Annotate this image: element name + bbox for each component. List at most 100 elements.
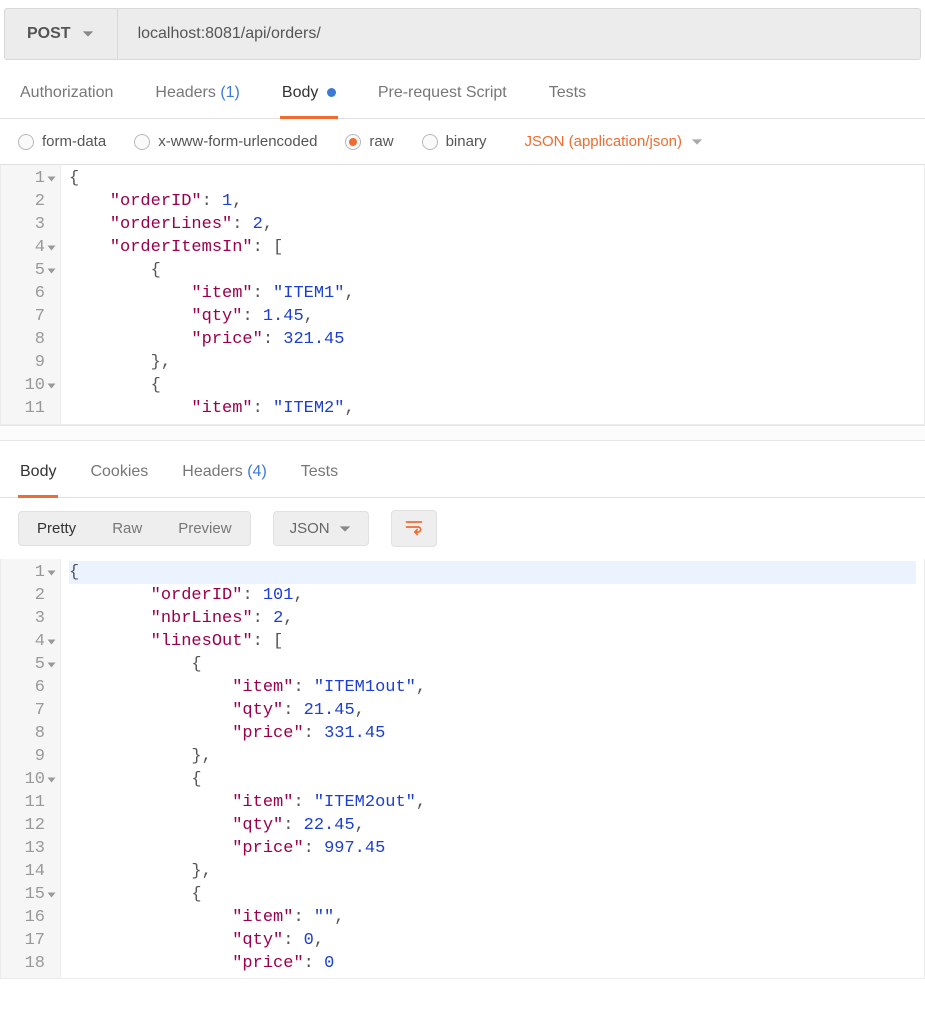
code-line: "item": "ITEM2", [69,399,355,418]
fold-icon[interactable] [48,245,56,250]
code-line: "price": 331.45 [69,724,385,743]
editor-code[interactable]: { "orderID": 1, "orderLines": 2, "orderI… [61,165,924,424]
panel-divider[interactable] [0,425,925,441]
line-number: 6 [11,676,54,699]
chevron-down-icon [690,135,704,149]
code-line: "orderItemsIn": [ [69,238,283,257]
line-number: 8 [11,722,54,745]
code-line: "item": "ITEM2out", [69,793,426,812]
radio-urlencoded[interactable]: x-www-form-urlencoded [134,133,317,150]
tab-label: Authorization [20,84,113,101]
request-body-editor[interactable]: 1234567891011 { "orderID": 1, "orderLine… [0,165,925,425]
line-number: 11 [11,397,54,420]
fold-icon[interactable] [48,268,56,273]
code-line: }, [69,862,212,881]
code-line: { [69,770,202,789]
line-number: 2 [11,190,54,213]
line-number: 1 [11,167,54,190]
fold-icon[interactable] [48,570,56,575]
radio-binary[interactable]: binary [422,133,487,150]
line-number: 16 [11,906,54,929]
tab-headers[interactable]: Headers (1) [153,78,242,118]
tab-label: Headers [155,84,215,101]
radio-form-data[interactable]: form-data [18,133,106,150]
fold-icon[interactable] [48,383,56,388]
line-number: 3 [11,607,54,630]
request-tabs: Authorization Headers (1) Body Pre-reque… [0,60,925,119]
editor-gutter: 123456789101112131415161718 [1,559,61,978]
tab-authorization[interactable]: Authorization [18,78,115,118]
resp-tab-cookies[interactable]: Cookies [88,457,150,497]
line-number: 13 [11,837,54,860]
line-number: 10 [11,768,54,791]
line-number: 5 [11,259,54,282]
request-url-input[interactable]: localhost:8081/api/orders/ [118,9,920,59]
editor-gutter: 1234567891011 [1,165,61,424]
code-line: "item": "ITEM1", [69,284,355,303]
tab-count: (4) [247,463,267,480]
tab-label: Headers [182,463,242,480]
line-number: 12 [11,814,54,837]
code-line: }, [69,747,212,766]
code-line: "orderID": 101, [69,586,304,605]
code-line: "item": "", [69,908,344,927]
code-line: { [69,885,202,904]
line-number: 9 [11,745,54,768]
resp-tab-body[interactable]: Body [18,457,58,498]
wrap-toggle-button[interactable] [391,510,437,547]
request-url-text: localhost:8081/api/orders/ [138,25,321,43]
line-number: 10 [11,374,54,397]
line-number: 2 [11,584,54,607]
line-number: 4 [11,236,54,259]
modified-indicator [327,88,336,97]
format-select[interactable]: JSON [273,511,369,546]
response-body-viewer[interactable]: 123456789101112131415161718 { "orderID":… [0,559,925,979]
line-number: 14 [11,860,54,883]
view-preview[interactable]: Preview [160,512,249,545]
btn-label: Pretty [37,520,76,537]
fold-icon[interactable] [48,892,56,897]
fold-icon[interactable] [48,777,56,782]
code-line: "orderLines": 2, [69,215,273,234]
request-bar: POST localhost:8081/api/orders/ [4,8,921,60]
content-type-select[interactable]: JSON (application/json) [524,133,704,150]
editor-code: { "orderID": 101, "nbrLines": 2, "linesO… [61,559,924,978]
code-line: "qty": 1.45, [69,307,314,326]
line-number: 7 [11,305,54,328]
wrap-icon [404,517,424,537]
radio-icon [134,134,150,150]
view-raw[interactable]: Raw [94,512,160,545]
view-pretty[interactable]: Pretty [19,512,94,545]
tab-label: Cookies [90,463,148,480]
code-line: "orderID": 1, [69,192,242,211]
radio-raw[interactable]: raw [345,133,393,150]
btn-label: Raw [112,520,142,537]
tab-label: Tests [301,463,338,480]
tab-body[interactable]: Body [280,78,338,119]
body-type-row: form-data x-www-form-urlencoded raw bina… [0,119,925,165]
tab-label: Pre-request Script [378,84,507,101]
fold-icon[interactable] [48,176,56,181]
tab-prerequest[interactable]: Pre-request Script [376,78,509,118]
radio-label: form-data [42,133,106,150]
code-line: "qty": 21.45, [69,701,365,720]
tab-label: Body [282,84,318,101]
response-view-controls: Pretty Raw Preview JSON [0,498,925,559]
http-method-label: POST [27,25,71,43]
tab-tests[interactable]: Tests [547,78,588,118]
code-line: "qty": 0, [69,931,324,950]
response-tabs: Body Cookies Headers (4) Tests [0,441,925,498]
resp-tab-tests[interactable]: Tests [299,457,340,497]
code-line: "qty": 22.45, [69,816,365,835]
fold-icon[interactable] [48,662,56,667]
fold-icon[interactable] [48,639,56,644]
http-method-select[interactable]: POST [5,9,118,59]
code-line: { [69,261,161,280]
line-number: 4 [11,630,54,653]
radio-icon [345,134,361,150]
resp-tab-headers[interactable]: Headers (4) [180,457,269,497]
line-number: 6 [11,282,54,305]
view-mode-group: Pretty Raw Preview [18,511,251,546]
line-number: 11 [11,791,54,814]
tab-label: Body [20,463,56,480]
